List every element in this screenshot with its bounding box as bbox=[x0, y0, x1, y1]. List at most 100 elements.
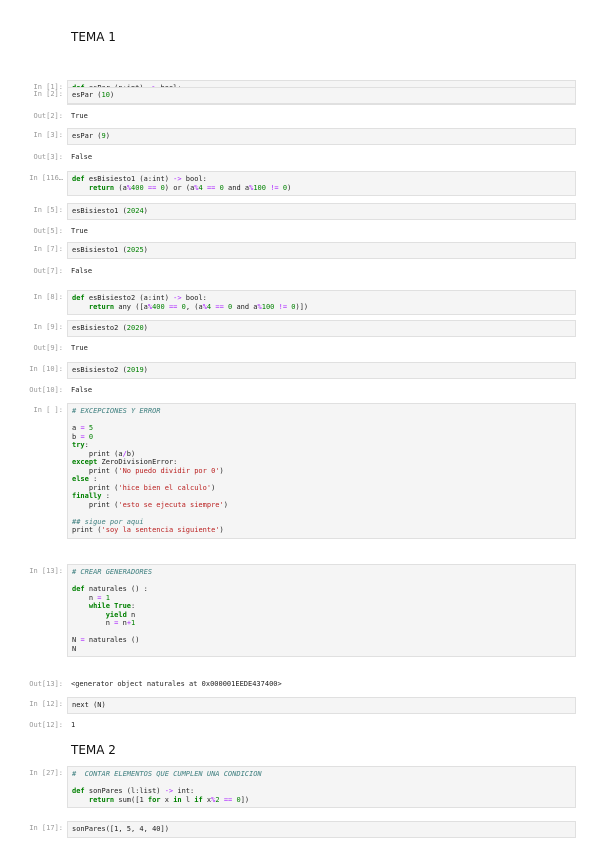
code-token: ZeroDivisionError: bbox=[97, 458, 178, 466]
code-editor[interactable]: esPar (10) bbox=[68, 88, 575, 103]
code-cell[interactable]: # EXCEPCIONES Y ERROR a = 5b = 0 try: pri… bbox=[67, 403, 576, 539]
code-line: # CREAR GENERADORES bbox=[72, 568, 571, 577]
code-token: int: bbox=[173, 787, 195, 795]
code-token: ) bbox=[143, 366, 148, 374]
code-token: 2020 bbox=[126, 324, 144, 332]
code-cell[interactable]: def esBisiesto1 (a:int) -> bool: return … bbox=[67, 171, 576, 196]
code-token: 400 bbox=[152, 302, 165, 311]
code-token: , (a bbox=[185, 302, 203, 311]
code-cell[interactable]: def esBisiesto2 (a:int) -> bool: return … bbox=[67, 290, 576, 315]
output-prompt: Out[3]: bbox=[33, 153, 63, 161]
code-cell[interactable]: next (N) bbox=[67, 697, 576, 714]
code-token: 100 bbox=[261, 302, 275, 311]
code-token: and a bbox=[232, 302, 258, 311]
code-token: else bbox=[72, 475, 89, 483]
code-token: 100 bbox=[253, 183, 266, 192]
code-token: 'soy la sentencia siguiente' bbox=[101, 526, 220, 534]
code-cell[interactable]: esPar (9) bbox=[67, 128, 576, 145]
code-token: ) bbox=[105, 132, 110, 140]
code-cell[interactable]: esBisiesto2 (2020) bbox=[67, 320, 576, 337]
code-token: == bbox=[215, 302, 224, 311]
code-token: bool: bbox=[181, 175, 207, 183]
code-editor[interactable]: # CREAR GENERADORES def naturales () : n… bbox=[68, 565, 575, 656]
code-cell[interactable]: sonPares([1, 5, 4, 40]) bbox=[67, 821, 576, 838]
code-editor[interactable]: # EXCEPCIONES Y ERROR a = 5b = 0 try: pri… bbox=[68, 404, 575, 538]
code-token: != bbox=[270, 183, 279, 192]
code-token: -> bbox=[173, 175, 182, 183]
code-token: 1 bbox=[105, 593, 110, 602]
code-editor[interactable]: sonPares([1, 5, 4, 40]) bbox=[68, 822, 575, 837]
code-line: N = naturales () bbox=[72, 636, 571, 645]
code-editor[interactable]: esBisiesto2 (2020) bbox=[68, 321, 575, 336]
input-prompt: In [27]: bbox=[29, 769, 63, 777]
cell-output: False bbox=[71, 153, 93, 161]
code-line: return any ([a%400 == 0, (a%4 == 0 and a… bbox=[72, 303, 571, 312]
code-token: return bbox=[88, 183, 115, 192]
code-token: == bbox=[223, 795, 233, 804]
code-line: print ('esto se ejecuta siempre') bbox=[72, 501, 571, 510]
code-cell[interactable]: esBisiesto1 (2025) bbox=[67, 242, 576, 259]
code-token: 2019 bbox=[126, 366, 144, 374]
code-line: print ('No puedo dividir por 0') bbox=[72, 467, 571, 476]
code-editor[interactable]: def esBisiesto1 (a:int) -> bool: return … bbox=[68, 172, 575, 195]
input-prompt: In [13]: bbox=[29, 567, 63, 575]
code-line: def esBisiesto1 (a:int) -> bool: bbox=[72, 175, 571, 184]
code-token: n bbox=[118, 619, 127, 627]
code-token: : bbox=[84, 441, 89, 449]
code-token: -> bbox=[164, 787, 174, 795]
code-token: if bbox=[194, 795, 203, 804]
code-token: -> bbox=[173, 294, 182, 302]
output-prompt: Out[9]: bbox=[33, 344, 63, 352]
code-token: esBisiesto1 (a:int) bbox=[88, 175, 174, 183]
code-line: def naturales () : bbox=[72, 585, 571, 594]
code-token: esPar ( bbox=[72, 132, 102, 140]
code-token: print ( bbox=[72, 466, 119, 475]
heading-tema-1: TEMA 1 bbox=[71, 30, 116, 44]
code-token: any ([a bbox=[114, 302, 148, 311]
code-token: x bbox=[202, 795, 212, 804]
code-token: def bbox=[72, 294, 89, 302]
code-token: next (N) bbox=[72, 701, 106, 709]
code-cell[interactable]: esPar (10) bbox=[67, 87, 576, 104]
code-line: except ZeroDivisionError: bbox=[72, 458, 571, 467]
code-token: ) bbox=[143, 246, 148, 254]
code-editor[interactable]: esBisiesto1 (2024) bbox=[68, 204, 575, 219]
code-editor[interactable]: # CONTAR ELEMENTOS QUE CUMPLEN UNA CONDI… bbox=[68, 767, 575, 807]
code-token: # EXCEPCIONES Y ERROR bbox=[72, 407, 161, 415]
code-token: 'No puedo dividir por 0' bbox=[118, 466, 220, 475]
code-token: True bbox=[114, 602, 132, 610]
input-prompt: In [3]: bbox=[33, 131, 63, 139]
code-token: esBisiesto2 ( bbox=[72, 324, 127, 332]
code-token: ) bbox=[219, 526, 224, 534]
code-token: print ( bbox=[72, 483, 119, 492]
output-prompt: Out[13]: bbox=[29, 680, 63, 688]
code-cell[interactable]: esBisiesto1 (2024) bbox=[67, 203, 576, 220]
code-line: esBisiesto1 (2024) bbox=[72, 207, 571, 216]
code-token: sonPares([1, 5, 4, 40]) bbox=[72, 825, 169, 833]
code-cell[interactable]: # CREAR GENERADORES def naturales () : n… bbox=[67, 564, 576, 657]
code-token: ) bbox=[143, 207, 148, 215]
cell-output: True bbox=[71, 344, 88, 352]
code-token: ]) bbox=[240, 795, 250, 804]
code-line: esBisiesto2 (2019) bbox=[72, 366, 571, 375]
code-editor[interactable]: next (N) bbox=[68, 698, 575, 713]
code-editor[interactable]: def esBisiesto2 (a:int) -> bool: return … bbox=[68, 291, 575, 314]
code-editor[interactable]: esBisiesto2 (2019) bbox=[68, 363, 575, 378]
code-editor[interactable]: esPar (9) bbox=[68, 129, 575, 144]
code-token: l bbox=[181, 795, 195, 804]
code-editor[interactable]: esBisiesto1 (2025) bbox=[68, 243, 575, 258]
code-token: naturales () : bbox=[88, 585, 148, 593]
code-cell[interactable]: esBisiesto2 (2019) bbox=[67, 362, 576, 379]
code-line: while True: bbox=[72, 602, 571, 611]
code-token: sonPares (l:list) bbox=[88, 787, 165, 795]
code-token: n bbox=[126, 610, 136, 619]
code-token: : bbox=[131, 602, 136, 610]
code-token: esBisiesto1 ( bbox=[72, 207, 127, 215]
output-prompt: Out[10]: bbox=[29, 386, 63, 394]
code-cell[interactable]: # CONTAR ELEMENTOS QUE CUMPLEN UNA CONDI… bbox=[67, 766, 576, 808]
output-prompt: Out[2]: bbox=[33, 112, 63, 120]
